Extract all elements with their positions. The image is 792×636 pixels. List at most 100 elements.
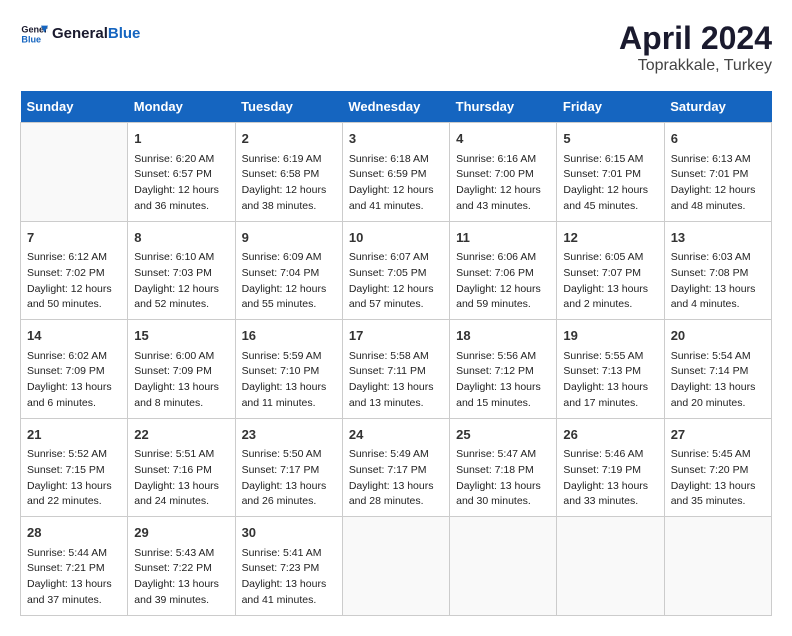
calendar-cell: 17 Sunrise: 5:58 AMSunset: 7:11 PMDayligh…	[342, 320, 449, 419]
day-number: 27	[671, 425, 765, 445]
day-number: 18	[456, 326, 550, 346]
day-number: 12	[563, 228, 657, 248]
day-info: Sunrise: 6:15 AMSunset: 7:01 PMDaylight:…	[563, 152, 657, 215]
day-info: Sunrise: 5:55 AMSunset: 7:13 PMDaylight:…	[563, 349, 657, 412]
calendar-cell	[450, 517, 557, 616]
day-number: 16	[242, 326, 336, 346]
logo-icon: General Blue	[20, 20, 48, 48]
day-info: Sunrise: 5:43 AMSunset: 7:22 PMDaylight:…	[134, 546, 228, 609]
calendar-cell: 16Sunrise: 5:59 AMSunset: 7:10 PMDayligh…	[235, 320, 342, 419]
calendar-cell: 28Sunrise: 5:44 AMSunset: 7:21 PMDayligh…	[21, 517, 128, 616]
day-info: Sunrise: 5:58 AMSunset: 7:11 PMDaylight:…	[349, 349, 443, 412]
day-info: Sunrise: 5:54 AMSunset: 7:14 PMDaylight:…	[671, 349, 765, 412]
calendar-cell: 26Sunrise: 5:46 AMSunset: 7:19 PMDayligh…	[557, 418, 664, 517]
day-info: Sunrise: 6:20 AMSunset: 6:57 PMDaylight:…	[134, 152, 228, 215]
day-header-tuesday: Tuesday	[235, 91, 342, 123]
calendar-header: SundayMondayTuesdayWednesdayThursdayFrid…	[21, 91, 772, 123]
day-info: Sunrise: 6:09 AMSunset: 7:04 PMDaylight:…	[242, 250, 336, 313]
day-header-sunday: Sunday	[21, 91, 128, 123]
day-number: 6	[671, 129, 765, 149]
calendar-cell: 25Sunrise: 5:47 AMSunset: 7:18 PMDayligh…	[450, 418, 557, 517]
calendar-cell	[664, 517, 771, 616]
calendar-cell: 23Sunrise: 5:50 AMSunset: 7:17 PMDayligh…	[235, 418, 342, 517]
calendar-cell: 22Sunrise: 5:51 AMSunset: 7:16 PMDayligh…	[128, 418, 235, 517]
day-number: 11	[456, 228, 550, 248]
day-number: 20	[671, 326, 765, 346]
calendar-week-3: 14 Sunrise: 6:02 AMSunset: 7:09 PMDayligh…	[21, 320, 772, 419]
calendar-cell: 12Sunrise: 6:05 AMSunset: 7:07 PMDayligh…	[557, 221, 664, 320]
calendar-cell: 18 Sunrise: 5:56 AMSunset: 7:12 PMDayligh…	[450, 320, 557, 419]
day-info: Sunrise: 6:13 AMSunset: 7:01 PMDaylight:…	[671, 152, 765, 215]
day-header-friday: Friday	[557, 91, 664, 123]
day-info: Sunrise: 5:46 AMSunset: 7:19 PMDaylight:…	[563, 447, 657, 510]
calendar-title: April 2024	[619, 20, 772, 57]
page-header: General Blue GeneralBlue April 2024 Topr…	[20, 20, 772, 75]
day-info: Sunrise: 6:10 AMSunset: 7:03 PMDaylight:…	[134, 250, 228, 313]
day-info: Sunrise: 6:02 AMSunset: 7:09 PMDaylight:…	[27, 349, 121, 412]
day-info: Sunrise: 6:05 AMSunset: 7:07 PMDaylight:…	[563, 250, 657, 313]
calendar-cell: 7Sunrise: 6:12 AMSunset: 7:02 PMDaylight…	[21, 221, 128, 320]
day-info: Sunrise: 6:03 AMSunset: 7:08 PMDaylight:…	[671, 250, 765, 313]
day-number: 1	[134, 129, 228, 149]
day-info: Sunrise: 5:56 AMSunset: 7:12 PMDaylight:…	[456, 349, 550, 412]
day-header-thursday: Thursday	[450, 91, 557, 123]
calendar-subtitle: Toprakkale, Turkey	[619, 57, 772, 75]
calendar-cell: 14 Sunrise: 6:02 AMSunset: 7:09 PMDayligh…	[21, 320, 128, 419]
day-info: Sunrise: 6:00 AMSunset: 7:09 PMDaylight:…	[134, 349, 228, 412]
day-number: 24	[349, 425, 443, 445]
calendar-cell: 5Sunrise: 6:15 AMSunset: 7:01 PMDaylight…	[557, 123, 664, 222]
calendar-cell: 24Sunrise: 5:49 AMSunset: 7:17 PMDayligh…	[342, 418, 449, 517]
calendar-cell: 19 Sunrise: 5:55 AMSunset: 7:13 PMDayligh…	[557, 320, 664, 419]
calendar-cell: 9Sunrise: 6:09 AMSunset: 7:04 PMDaylight…	[235, 221, 342, 320]
day-number: 19	[563, 326, 657, 346]
day-number: 2	[242, 129, 336, 149]
day-info: Sunrise: 5:50 AMSunset: 7:17 PMDaylight:…	[242, 447, 336, 510]
day-number: 17	[349, 326, 443, 346]
calendar-cell: 11Sunrise: 6:06 AMSunset: 7:06 PMDayligh…	[450, 221, 557, 320]
day-info: Sunrise: 5:45 AMSunset: 7:20 PMDaylight:…	[671, 447, 765, 510]
calendar-cell: 6 Sunrise: 6:13 AMSunset: 7:01 PMDaylight…	[664, 123, 771, 222]
day-number: 8	[134, 228, 228, 248]
calendar-cell: 30Sunrise: 5:41 AMSunset: 7:23 PMDayligh…	[235, 517, 342, 616]
day-info: Sunrise: 5:44 AMSunset: 7:21 PMDaylight:…	[27, 546, 121, 609]
day-info: Sunrise: 5:51 AMSunset: 7:16 PMDaylight:…	[134, 447, 228, 510]
day-number: 26	[563, 425, 657, 445]
day-info: Sunrise: 6:19 AMSunset: 6:58 PMDaylight:…	[242, 152, 336, 215]
day-header-saturday: Saturday	[664, 91, 771, 123]
day-info: Sunrise: 5:41 AMSunset: 7:23 PMDaylight:…	[242, 546, 336, 609]
day-number: 23	[242, 425, 336, 445]
day-info: Sunrise: 6:06 AMSunset: 7:06 PMDaylight:…	[456, 250, 550, 313]
calendar-cell: 3 Sunrise: 6:18 AMSunset: 6:59 PMDaylight…	[342, 123, 449, 222]
calendar-cell: 8Sunrise: 6:10 AMSunset: 7:03 PMDaylight…	[128, 221, 235, 320]
calendar-week-5: 28Sunrise: 5:44 AMSunset: 7:21 PMDayligh…	[21, 517, 772, 616]
day-number: 7	[27, 228, 121, 248]
day-number: 25	[456, 425, 550, 445]
calendar-week-1: 1 Sunrise: 6:20 AMSunset: 6:57 PMDaylight…	[21, 123, 772, 222]
day-info: Sunrise: 5:49 AMSunset: 7:17 PMDaylight:…	[349, 447, 443, 510]
calendar-cell	[342, 517, 449, 616]
calendar-cell: 29Sunrise: 5:43 AMSunset: 7:22 PMDayligh…	[128, 517, 235, 616]
day-info: Sunrise: 5:52 AMSunset: 7:15 PMDaylight:…	[27, 447, 121, 510]
day-number: 10	[349, 228, 443, 248]
calendar-cell: 20 Sunrise: 5:54 AMSunset: 7:14 PMDayligh…	[664, 320, 771, 419]
day-number: 3	[349, 129, 443, 149]
calendar-cell: 21Sunrise: 5:52 AMSunset: 7:15 PMDayligh…	[21, 418, 128, 517]
day-header-monday: Monday	[128, 91, 235, 123]
calendar-week-2: 7Sunrise: 6:12 AMSunset: 7:02 PMDaylight…	[21, 221, 772, 320]
calendar-cell	[557, 517, 664, 616]
day-number: 9	[242, 228, 336, 248]
day-header-wednesday: Wednesday	[342, 91, 449, 123]
day-number: 14	[27, 326, 121, 346]
calendar-cell: 15 Sunrise: 6:00 AMSunset: 7:09 PMDayligh…	[128, 320, 235, 419]
day-info: Sunrise: 6:16 AMSunset: 7:00 PMDaylight:…	[456, 152, 550, 215]
calendar-cell: 27Sunrise: 5:45 AMSunset: 7:20 PMDayligh…	[664, 418, 771, 517]
day-number: 15	[134, 326, 228, 346]
logo-general-text: General	[52, 25, 108, 42]
day-number: 21	[27, 425, 121, 445]
calendar-week-4: 21Sunrise: 5:52 AMSunset: 7:15 PMDayligh…	[21, 418, 772, 517]
calendar-title-section: April 2024 Toprakkale, Turkey	[619, 20, 772, 75]
day-info: Sunrise: 6:12 AMSunset: 7:02 PMDaylight:…	[27, 250, 121, 313]
day-info: Sunrise: 6:18 AMSunset: 6:59 PMDaylight:…	[349, 152, 443, 215]
day-number: 13	[671, 228, 765, 248]
day-info: Sunrise: 6:07 AMSunset: 7:05 PMDaylight:…	[349, 250, 443, 313]
